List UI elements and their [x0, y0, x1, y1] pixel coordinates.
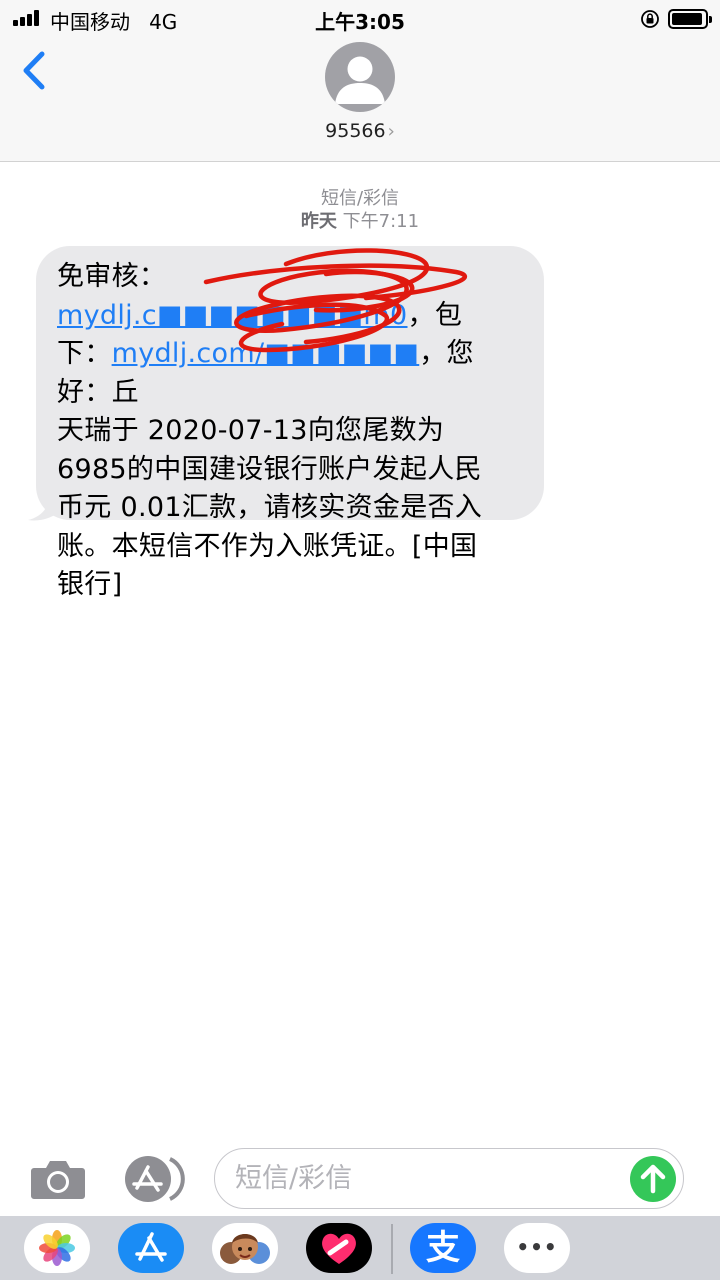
more-icon: •••	[516, 1235, 558, 1259]
chevron-right-icon: ›	[387, 121, 395, 142]
message-timestamp: 昨天 下午7:11	[0, 207, 720, 233]
heart-icon	[322, 1233, 356, 1264]
timestamp-time: 下午7:11	[342, 211, 420, 232]
arrow-up-icon	[640, 1164, 666, 1194]
send-button[interactable]	[630, 1156, 676, 1202]
avatar[interactable]	[325, 42, 395, 112]
alipay-app-button[interactable]: 支	[410, 1223, 476, 1273]
message-input-field[interactable]	[214, 1148, 684, 1209]
chevron-left-icon	[23, 51, 45, 90]
timestamp-date: 昨天	[300, 211, 337, 232]
app-store-icon	[125, 1156, 185, 1202]
message-line: 币元 0.01汇款，请核实资金是否入	[57, 492, 483, 523]
photos-app-button[interactable]	[24, 1223, 90, 1273]
photos-icon	[39, 1230, 75, 1266]
message-line: 银行]	[57, 569, 123, 600]
status-time: 上午3:05	[315, 10, 405, 34]
more-apps-button[interactable]: •••	[504, 1223, 570, 1273]
message-link[interactable]: mydlj.com/■■■■■■	[112, 338, 420, 369]
back-button[interactable]	[14, 50, 58, 94]
message-line: 天瑞于 2020-07-13向您尾数为	[57, 415, 445, 446]
app-drawer: 支 •••	[0, 1216, 720, 1280]
contact-name[interactable]: 95566 ›	[0, 120, 720, 142]
battery-icon	[668, 9, 712, 29]
apps-button[interactable]	[122, 1155, 186, 1203]
digital-touch-app-button[interactable]	[306, 1223, 372, 1273]
rotation-lock-icon	[641, 10, 659, 28]
message-link[interactable]: mydlj.c■■■■■■■■m0	[57, 300, 408, 331]
app-store-icon	[135, 1232, 167, 1262]
message-bubble[interactable]: 免审核：mydlj.c■■■■■■■■m0，包 下：mydlj.com/■■■■…	[36, 246, 544, 600]
drawer-divider	[391, 1224, 393, 1274]
camera-icon	[31, 1161, 85, 1199]
message-line: 账。本短信不作为入账凭证。[中国	[57, 530, 478, 562]
alipay-icon: 支	[426, 1228, 460, 1268]
camera-button[interactable]	[30, 1158, 86, 1200]
message-line: 免审核：mydlj.c■■■■■■■■m0，包	[57, 261, 463, 331]
memoji-icon	[220, 1234, 270, 1264]
app-store-app-button[interactable]	[118, 1223, 184, 1273]
message-input[interactable]	[235, 1149, 615, 1207]
message-line: 下：mydlj.com/■■■■■■，您好：丘	[57, 338, 474, 408]
conversation-header: 95566 ›	[0, 38, 720, 162]
message-line: 6985的中国建设银行账户发起人民	[57, 453, 482, 485]
contact-number: 95566	[325, 120, 386, 142]
person-silhouette-icon	[335, 56, 385, 104]
incoming-message[interactable]: 免审核：mydlj.c■■■■■■■■m0，包 下：mydlj.com/■■■■…	[26, 246, 546, 600]
status-bar: 中国移动 4G 上午3:05	[0, 0, 720, 38]
memoji-app-button[interactable]	[212, 1223, 278, 1273]
